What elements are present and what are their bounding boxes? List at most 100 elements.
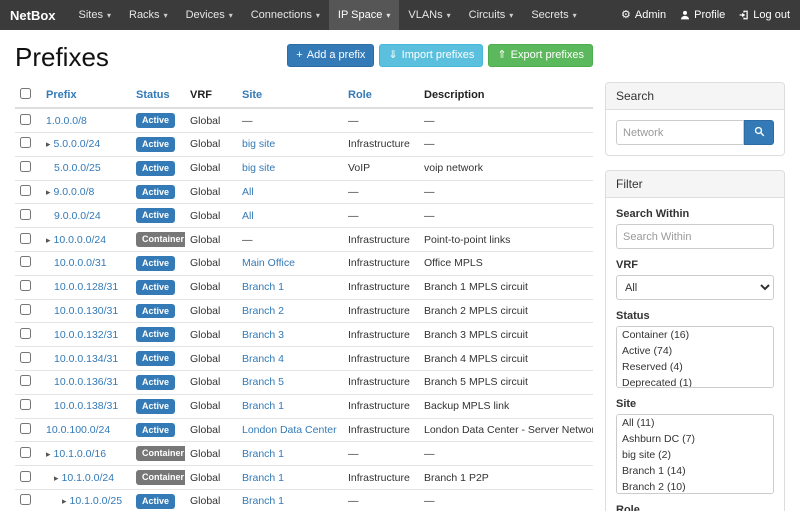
prefix-link[interactable]: 9.0.0.0/8 <box>54 186 95 198</box>
button-label: Import prefixes <box>402 49 475 62</box>
prefix-cell: 10.0.0.138/31 <box>41 394 131 418</box>
column-header-status[interactable]: Status <box>131 83 185 108</box>
select-all-checkbox[interactable] <box>20 88 31 99</box>
site-link[interactable]: All <box>242 186 254 198</box>
vrf-select[interactable]: All <box>616 275 774 300</box>
status-listbox[interactable]: Container (16)Active (74)Reserved (4)Dep… <box>616 326 774 388</box>
prefix-link[interactable]: 9.0.0.0/24 <box>54 210 101 222</box>
site-listbox-option[interactable]: big site (2) <box>617 447 773 463</box>
nav-item-admin[interactable]: ⚙Admin <box>621 9 666 21</box>
row-checkbox[interactable] <box>20 161 31 172</box>
row-checkbox[interactable] <box>20 256 31 267</box>
site-link[interactable]: big site <box>242 162 275 174</box>
nav-item-devices[interactable]: Devices▾ <box>177 0 242 30</box>
status-listbox-option[interactable]: Container (16) <box>617 327 773 343</box>
search-within-input[interactable] <box>616 224 774 249</box>
nav-item-sites[interactable]: Sites▾ <box>70 0 120 30</box>
status-cell: Container <box>131 466 185 490</box>
prefix-cell: 1.0.0.0/8 <box>41 108 131 132</box>
site-cell: big site <box>237 156 343 180</box>
row-checkbox[interactable] <box>20 447 31 458</box>
nav-item-profile[interactable]: Profile <box>680 9 725 21</box>
prefix-table: PrefixStatusVRFSiteRoleDescription 1.0.0… <box>15 83 593 511</box>
filter-panel-title: Filter <box>606 171 784 198</box>
row-checkbox[interactable] <box>20 114 31 125</box>
row-checkbox[interactable] <box>20 185 31 196</box>
status-badge: Active <box>136 423 175 438</box>
prefix-link[interactable]: 10.1.0.0/16 <box>54 448 107 460</box>
search-within-label: Search Within <box>616 208 774 220</box>
prefix-link[interactable]: 10.0.0.134/31 <box>54 353 118 365</box>
prefix-link[interactable]: 10.0.0.0/24 <box>54 234 107 246</box>
site-link[interactable]: Branch 1 <box>242 281 284 293</box>
search-button[interactable] <box>744 120 774 145</box>
nav-item-ip-space[interactable]: IP Space▾ <box>329 0 399 30</box>
row-checkbox[interactable] <box>20 352 31 363</box>
prefix-link[interactable]: 10.0.0.0/31 <box>54 257 107 269</box>
chevron-down-icon: ▾ <box>107 11 111 20</box>
prefix-link[interactable]: 10.1.0.0/25 <box>70 495 123 507</box>
description-cell: Backup MPLS link <box>419 394 593 418</box>
row-checkbox[interactable] <box>20 471 31 482</box>
row-checkbox[interactable] <box>20 304 31 315</box>
nav-item-circuits[interactable]: Circuits▾ <box>460 0 523 30</box>
site-listbox[interactable]: All (11)Ashburn DC (7)big site (2)Branch… <box>616 414 774 494</box>
caret-right-icon: ▸ <box>46 187 51 197</box>
nav-item-secrets[interactable]: Secrets▾ <box>522 0 585 30</box>
row-checkbox[interactable] <box>20 494 31 505</box>
description-cell: Branch 4 MPLS circuit <box>419 347 593 371</box>
prefix-link[interactable]: 10.0.0.128/31 <box>54 281 118 293</box>
site-link[interactable]: Branch 5 <box>242 376 284 388</box>
site-link[interactable]: London Data Center <box>242 424 337 436</box>
nav-menu: Sites▾Racks▾Devices▾Connections▾IP Space… <box>70 0 586 30</box>
prefix-link[interactable]: 5.0.0.0/24 <box>54 138 101 150</box>
site-listbox-option[interactable]: Branch 2 (10) <box>617 479 773 494</box>
export-prefixes-button[interactable]: ⇑ Export prefixes <box>488 44 593 67</box>
site-cell: big site <box>237 132 343 156</box>
site-link[interactable]: Branch 1 <box>242 495 284 507</box>
prefix-link[interactable]: 10.1.0.0/24 <box>62 472 115 484</box>
status-listbox-option[interactable]: Reserved (4) <box>617 359 773 375</box>
site-link[interactable]: Branch 1 <box>242 472 284 484</box>
nav-item-vlans[interactable]: VLANs▾ <box>399 0 459 30</box>
row-checkbox[interactable] <box>20 209 31 220</box>
column-header-site[interactable]: Site <box>237 83 343 108</box>
nav-item-connections[interactable]: Connections▾ <box>242 0 329 30</box>
row-checkbox[interactable] <box>20 399 31 410</box>
site-link[interactable]: Branch 3 <box>242 329 284 341</box>
site-link[interactable]: Branch 4 <box>242 353 284 365</box>
site-listbox-option[interactable]: All (11) <box>617 415 773 431</box>
row-checkbox[interactable] <box>20 137 31 148</box>
prefix-link[interactable]: 10.0.0.130/31 <box>54 305 118 317</box>
site-link[interactable]: Branch 1 <box>242 448 284 460</box>
row-checkbox[interactable] <box>20 328 31 339</box>
prefix-link[interactable]: 10.0.100.0/24 <box>46 424 110 436</box>
search-input[interactable] <box>616 120 744 145</box>
row-checkbox[interactable] <box>20 423 31 434</box>
site-link[interactable]: Branch 2 <box>242 305 284 317</box>
column-header-prefix[interactable]: Prefix <box>41 83 131 108</box>
add-prefix-button[interactable]: + Add a prefix <box>287 44 374 67</box>
import-prefixes-button[interactable]: ⇓ Import prefixes <box>379 44 483 67</box>
nav-item-racks[interactable]: Racks▾ <box>120 0 177 30</box>
prefix-link[interactable]: 10.0.0.138/31 <box>54 400 118 412</box>
site-link[interactable]: big site <box>242 138 275 150</box>
brand[interactable]: NetBox <box>10 0 56 30</box>
prefix-link[interactable]: 1.0.0.0/8 <box>46 115 87 127</box>
nav-item-log-out[interactable]: Log out <box>739 9 790 21</box>
site-listbox-option[interactable]: Branch 1 (14) <box>617 463 773 479</box>
site-listbox-option[interactable]: Ashburn DC (7) <box>617 431 773 447</box>
prefix-link[interactable]: 10.0.0.136/31 <box>54 376 118 388</box>
row-checkbox[interactable] <box>20 375 31 386</box>
column-header-role[interactable]: Role <box>343 83 419 108</box>
site-link[interactable]: Branch 1 <box>242 400 284 412</box>
status-listbox-option[interactable]: Active (74) <box>617 343 773 359</box>
row-checkbox[interactable] <box>20 280 31 291</box>
row-checkbox[interactable] <box>20 233 31 244</box>
status-listbox-option[interactable]: Deprecated (1) <box>617 375 773 388</box>
prefix-link[interactable]: 10.0.0.132/31 <box>54 329 118 341</box>
site-link[interactable]: All <box>242 210 254 222</box>
status-cell: Active <box>131 180 185 204</box>
site-link[interactable]: Main Office <box>242 257 295 269</box>
prefix-link[interactable]: 5.0.0.0/25 <box>54 162 101 174</box>
